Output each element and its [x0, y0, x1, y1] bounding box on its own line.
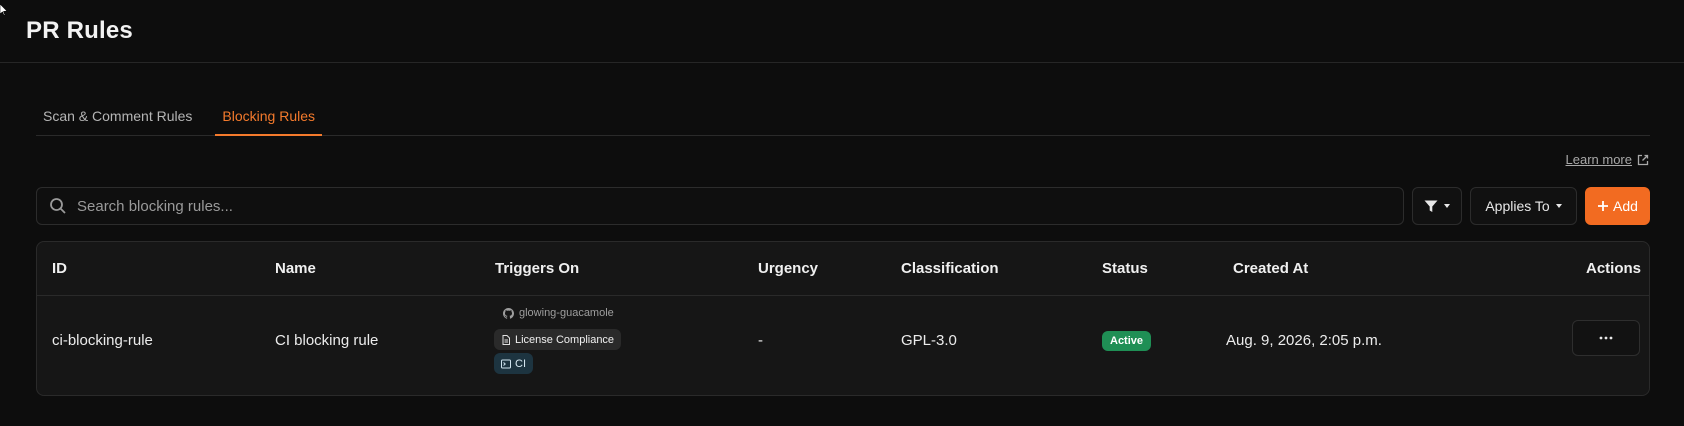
page-header: PR Rules — [0, 0, 1684, 63]
terminal-icon — [501, 359, 511, 368]
page-title: PR Rules — [26, 17, 133, 44]
learn-more-link[interactable]: Learn more — [1566, 152, 1650, 167]
blocking-rules-table: ID Name Triggers On Urgency Classificati… — [36, 241, 1650, 396]
learn-more-label: Learn more — [1565, 152, 1632, 167]
search-icon — [50, 198, 66, 214]
trigger-chip-license: License Compliance — [494, 329, 622, 350]
column-header-status: Status — [1102, 260, 1148, 277]
column-header-urgency: Urgency — [758, 260, 819, 277]
rule-urgency: - — [758, 332, 763, 349]
rule-name: CI blocking rule — [275, 332, 379, 349]
chevron-down-icon — [1555, 204, 1562, 208]
trigger-chip-ci: CI — [494, 353, 533, 374]
mouse-cursor-icon — [0, 4, 8, 16]
column-header-actions: Actions — [1585, 260, 1641, 277]
applies-to-label: Applies To — [1485, 198, 1550, 214]
rule-id: ci-blocking-rule — [52, 332, 153, 349]
table-header: ID Name Triggers On Urgency Classificati… — [37, 242, 1649, 296]
plus-icon — [1598, 201, 1609, 211]
column-header-created-at: Created At — [1233, 260, 1309, 277]
filter-icon — [1424, 200, 1438, 212]
trigger-type-label: License Compliance — [515, 333, 615, 346]
rule-tabs: Scan & Comment Rules Blocking Rules — [36, 100, 1650, 136]
filter-button[interactable] — [1412, 187, 1462, 225]
rule-created-at: Aug. 9, 2026, 2:05 p.m. — [1226, 332, 1382, 349]
applies-to-dropdown[interactable]: Applies To — [1470, 187, 1577, 225]
external-link-icon — [1637, 154, 1649, 165]
tab-scan-comment-rules[interactable]: Scan & Comment Rules — [36, 100, 199, 136]
toolbar: Applies To Add — [36, 187, 1650, 225]
table-row[interactable]: ci-blocking-rule CI blocking rule glowin… — [37, 296, 1649, 396]
github-icon — [503, 307, 514, 319]
status-badge: Active — [1102, 331, 1152, 351]
rule-classification: GPL-3.0 — [901, 332, 957, 349]
search-input[interactable] — [77, 197, 1403, 215]
column-header-triggers: Triggers On — [495, 260, 580, 277]
column-header-name: Name — [275, 260, 316, 277]
more-horizontal-icon — [1599, 336, 1613, 340]
chevron-down-icon — [1444, 204, 1450, 208]
add-label: Add — [1613, 198, 1638, 214]
document-icon — [502, 334, 510, 345]
trigger-repo: glowing-guacamole — [503, 307, 614, 319]
column-header-id: ID — [52, 260, 67, 277]
column-header-classification: Classification — [901, 260, 999, 277]
trigger-repo-name: glowing-guacamole — [519, 307, 614, 319]
tab-blocking-rules[interactable]: Blocking Rules — [215, 100, 323, 136]
row-actions-button[interactable] — [1572, 320, 1640, 356]
search-box[interactable] — [36, 187, 1404, 225]
add-rule-button[interactable]: Add — [1585, 187, 1650, 225]
trigger-ci-label: CI — [515, 357, 526, 370]
